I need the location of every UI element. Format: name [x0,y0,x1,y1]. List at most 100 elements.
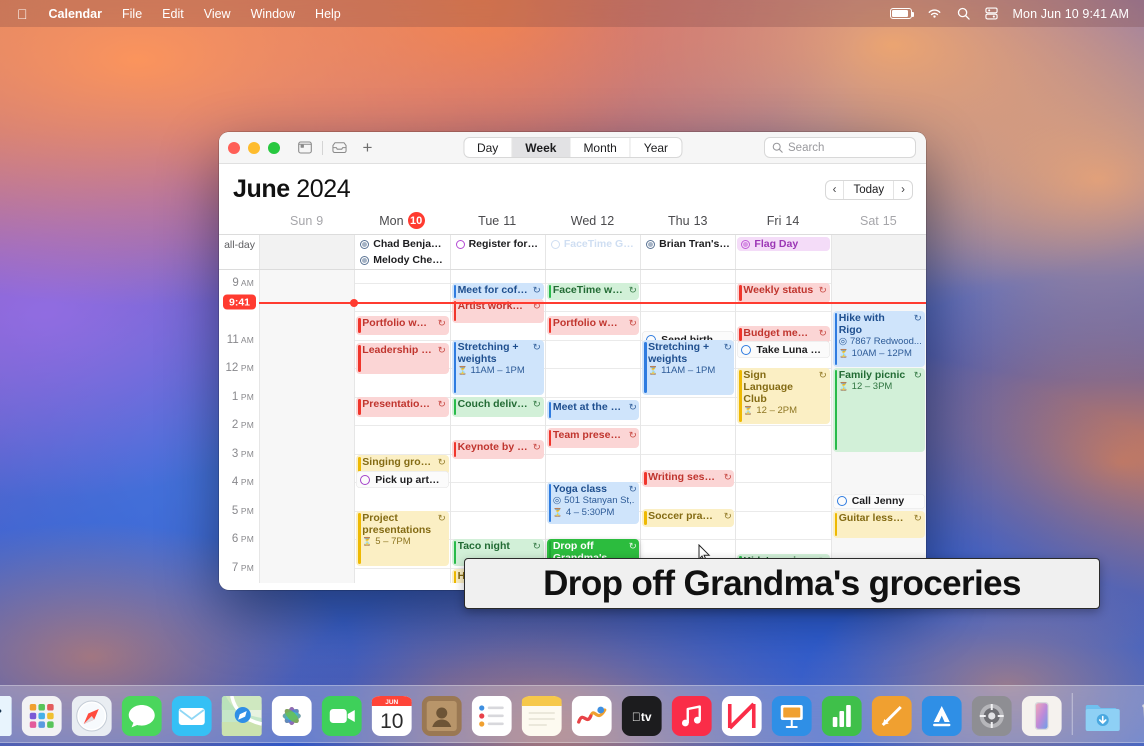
view-segmented-control[interactable]: DayWeekMonthYear [463,137,682,158]
tab-year[interactable]: Year [631,138,681,157]
all-day-event[interactable]: Chad Benjamin... [356,237,448,251]
dock-item-mail[interactable] [170,694,214,738]
menu-item-help[interactable]: Help [305,5,351,23]
menu-item-window[interactable]: Window [241,5,305,23]
dock-item-launchpad[interactable] [20,694,64,738]
dock-item-appletv[interactable]: tv [620,694,664,738]
day-column-wed[interactable]: FaceTime with...↻Portfolio work...↻Meet … [545,270,640,583]
reminder-item[interactable]: Call Jenny [833,494,925,509]
menu-item-view[interactable]: View [194,5,241,23]
weekday-header-sun[interactable]: Sun9 [259,208,354,234]
plus-icon[interactable]: + [363,139,373,156]
weekday-header-thu[interactable]: Thu13 [640,208,735,234]
search-icon[interactable] [957,7,970,20]
dock-item-safari[interactable] [70,694,114,738]
close-button[interactable] [228,142,240,154]
calendar-event[interactable]: Portfolio work...↻ [356,316,448,336]
dock-item-notes[interactable] [520,694,564,738]
dock-item-news[interactable] [720,694,764,738]
reminder-item[interactable]: Take Luna to th... [737,341,829,358]
dock-item-downloads-folder[interactable] [1080,694,1124,738]
calendar-event[interactable]: FaceTime with...↻ [547,283,639,301]
calendar-event[interactable]: Presentation p...↻ [356,397,448,417]
calendar-event[interactable]: Meet for coffee↻ [452,283,544,301]
weekday-header-mon[interactable]: Mon10 [354,208,449,234]
dock-item-freeform[interactable] [570,694,614,738]
calendar-event[interactable]: Team presenta...↻ [547,428,639,448]
previous-week-button[interactable]: ‹ [826,181,845,199]
tab-month[interactable]: Month [570,138,630,157]
calendar-event[interactable]: Hike with Rigo◎7867 Redwood...⏳10AM – 12… [833,311,925,367]
dock-item-appstore[interactable] [920,694,964,738]
all-day-event[interactable]: Flag Day [737,237,829,251]
battery-icon[interactable] [890,8,912,19]
dock-item-messages[interactable] [120,694,164,738]
all-day-column-tue[interactable]: Register for sa... [450,235,545,269]
calendar-event[interactable]: Yoga class◎501 Stanyan St,...⏳4 – 5:30PM… [547,482,639,523]
calendar-event[interactable]: Soccer practice↻ [642,509,734,527]
dock-item-finder[interactable] [0,694,14,738]
all-day-event[interactable]: Melody Cheun... [356,253,448,267]
menu-item-file[interactable]: File [112,5,152,23]
date-navigation[interactable]: ‹ Today › [825,180,913,200]
all-day-column-wed[interactable]: FaceTime Gran... [545,235,640,269]
all-day-event[interactable]: FaceTime Gran... [547,237,639,251]
dock-item-facetime[interactable] [320,694,364,738]
calendar-event[interactable]: Project presentations⏳5 – 7PM↻ [356,511,448,567]
day-column-tue[interactable]: Meet for coffee↻Artist worksho...↻Stretc… [450,270,545,583]
reminder-item[interactable]: Pick up arts &... [356,471,448,489]
all-day-event[interactable]: Brian Tran's Bir... [642,237,734,251]
dock-item-trash[interactable] [1130,694,1144,738]
calendar-event[interactable]: Portfolio work...↻ [547,316,639,336]
weekday-header-sat[interactable]: Sat15 [831,208,926,234]
dock-item-maps[interactable] [220,694,264,738]
todo-circle-icon[interactable] [360,475,370,485]
menu-bar-clock[interactable]: Mon Jun 10 9:41 AM [1013,7,1129,21]
all-day-column-fri[interactable]: Flag Day [735,235,830,269]
day-column-mon[interactable]: Portfolio work...↻ Leadership skil...↻ Pre… [354,270,449,583]
apple-logo-icon[interactable]:  [9,7,39,21]
menu-item-edit[interactable]: Edit [152,5,194,23]
all-day-event[interactable]: Register for sa... [452,237,544,251]
weekday-header-wed[interactable]: Wed12 [545,208,640,234]
dock-item-settings[interactable] [970,694,1014,738]
all-day-column-sun[interactable] [259,235,354,269]
calendar-event[interactable]: Leadership skil...↻ [356,343,448,375]
tab-day[interactable]: Day [464,138,512,157]
maximize-button[interactable] [268,142,280,154]
dock-item-pages[interactable] [870,694,914,738]
weekday-header-tue[interactable]: Tue11 [450,208,545,234]
dock-item-contacts[interactable] [420,694,464,738]
control-center-icon[interactable] [985,7,998,20]
tab-week[interactable]: Week [512,138,570,157]
day-column-sat[interactable]: Hike with Rigo◎7867 Redwood...⏳10AM – 12… [831,270,926,583]
day-column-sun[interactable] [259,270,354,583]
inbox-icon[interactable] [332,140,348,156]
calendar-event[interactable]: Stretching + weights⏳11AM – 1PM↻ [452,340,544,396]
dock-item-calendar[interactable]: JUN10 [370,694,414,738]
todo-circle-icon[interactable] [741,345,751,355]
next-week-button[interactable]: › [894,181,912,199]
calendar-event[interactable]: Guitar lessons...↻ [833,511,925,538]
dock-item-reminders[interactable] [470,694,514,738]
minimize-button[interactable] [248,142,260,154]
calendar-event[interactable]: Weekly status↻ [737,283,829,303]
all-day-column-sat[interactable] [831,235,926,269]
weekday-header-fri[interactable]: Fri14 [735,208,830,234]
dock-item-keynote[interactable] [770,694,814,738]
all-day-column-mon[interactable]: Chad Benjamin... Melody Cheun... [354,235,449,269]
day-column-thu[interactable]: Send birthday...Stretching + weights⏳11A… [640,270,735,583]
wifi-icon[interactable] [927,8,942,19]
calendar-event[interactable]: Keynote by Ja...↻ [452,440,544,460]
search-field[interactable]: Search [764,137,916,158]
calendar-event[interactable]: Stretching + weights⏳11AM – 1PM↻ [642,340,734,396]
dock-item-music[interactable] [670,694,714,738]
day-column-fri[interactable]: Weekly status↻Budget meeting↻Take Luna t… [735,270,830,583]
calendar-event[interactable]: Couch delivery↻ [452,397,544,417]
dock-item-iphone-mirroring[interactable] [1020,694,1064,738]
calendar-list-icon[interactable] [297,140,313,156]
calendar-event[interactable]: Sign Language Club⏳12 – 2PM↻ [737,368,829,424]
calendar-event[interactable]: Writing sessio...↻ [642,470,734,488]
calendar-event[interactable]: Family picnic⏳12 – 3PM↻ [833,368,925,452]
all-day-column-thu[interactable]: Brian Tran's Bir... [640,235,735,269]
